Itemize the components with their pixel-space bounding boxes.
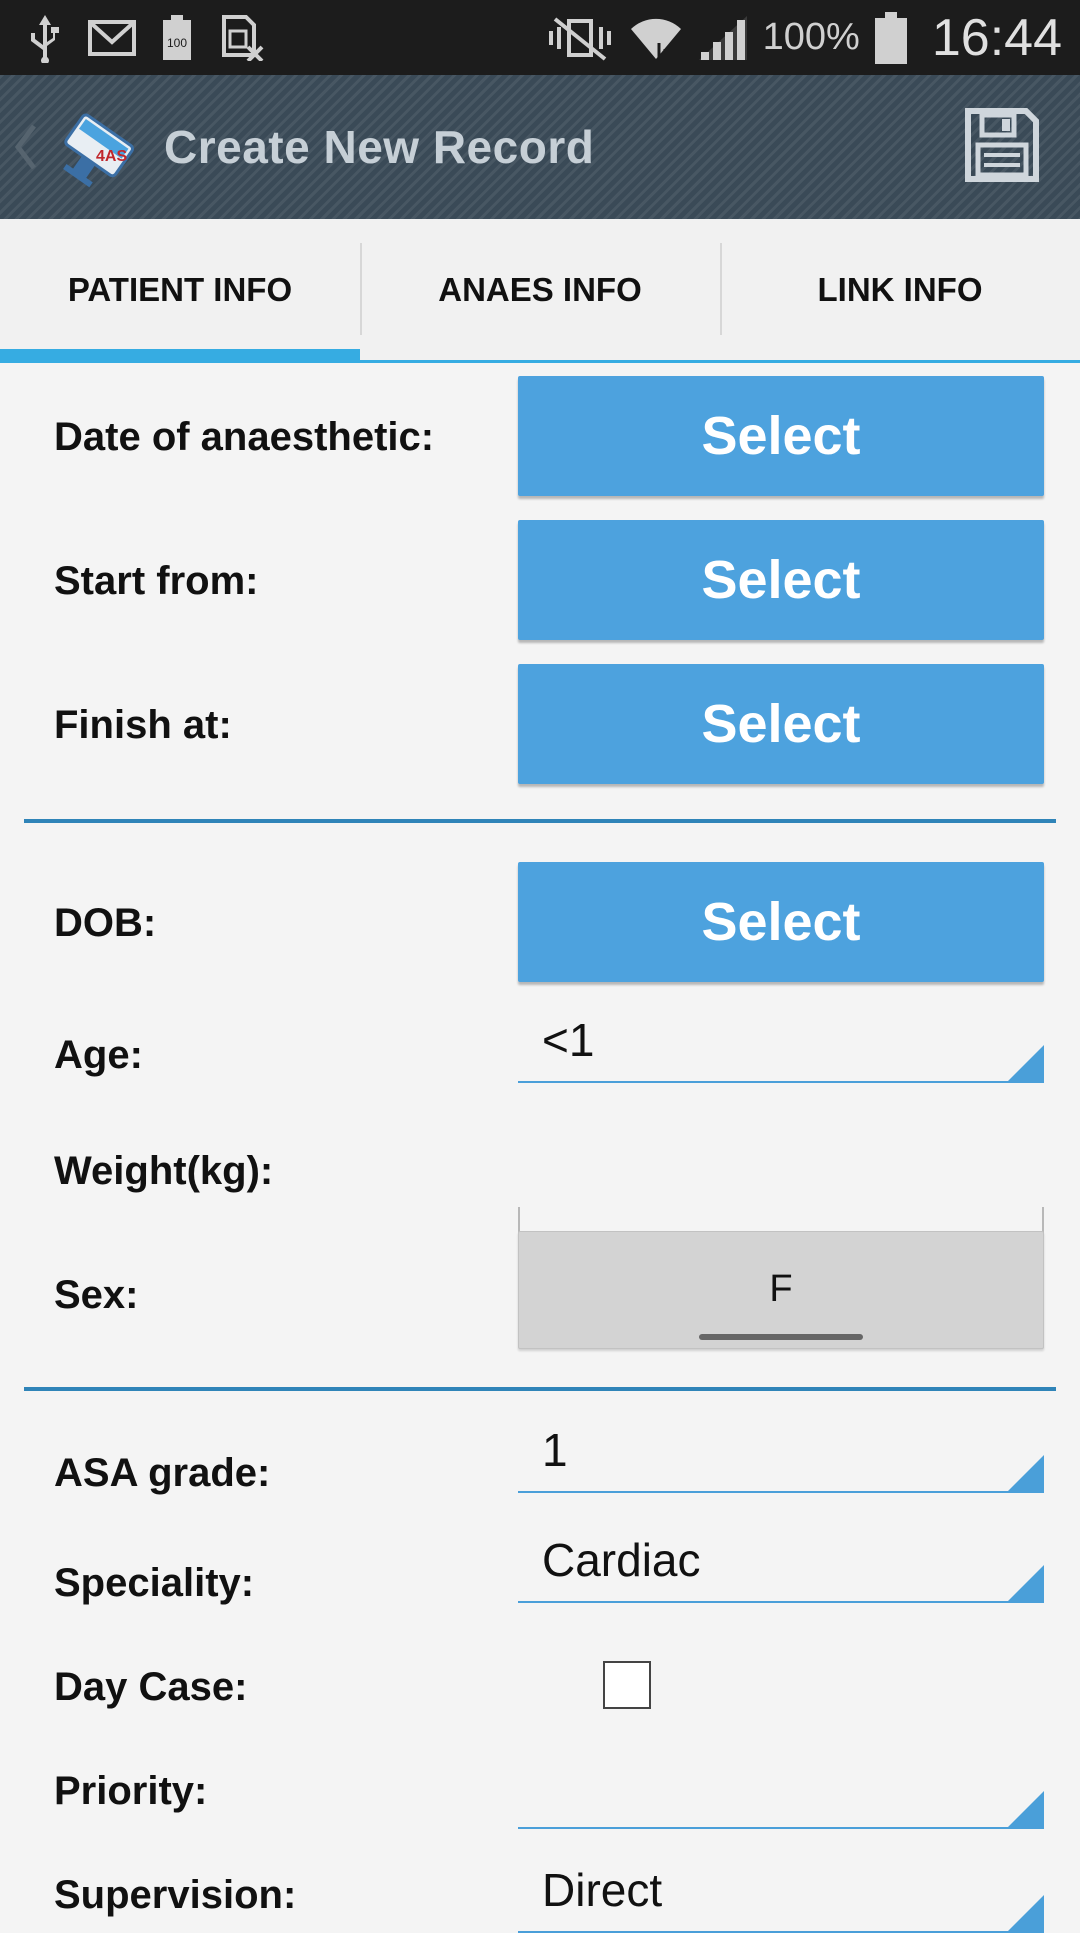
supervision-label: Supervision: [54,1873,297,1917]
day-case-checkbox[interactable] [603,1661,651,1709]
sex-value: F [769,1268,793,1310]
sex-toggle-button[interactable]: F [518,1231,1044,1349]
section-divider [24,1387,1056,1391]
battery-icon [874,11,908,64]
speciality-value: Cardiac [542,1534,701,1586]
signal-icon [697,14,749,62]
status-left: 100 [28,13,264,63]
asa-grade-label: ASA grade: [54,1451,271,1495]
date-of-anaesthetic-select-button[interactable]: Select [518,376,1044,496]
status-right: 100% 16:44 [545,8,1062,68]
day-case-label: Day Case: [54,1665,248,1709]
age-value: <1 [542,1014,595,1066]
spinner-corner-icon [1008,1045,1044,1081]
age-label: Age: [54,1033,143,1077]
page-title: Create New Record [164,121,595,173]
usb-icon [28,13,62,63]
sex-label: Sex: [54,1273,139,1317]
logo-text: 4AS [96,148,127,165]
tab-bar: PATIENT INFO ANAES INFO LINK INFO [0,219,1080,363]
tab-label: ANAES INFO [438,270,642,308]
save-icon[interactable] [964,107,1040,183]
gmail-icon [88,19,136,56]
tab-label: LINK INFO [817,270,983,308]
asa-grade-spinner[interactable]: 1 [518,1413,1044,1493]
spinner-corner-icon [1008,1791,1044,1827]
action-bar: 4AS Create New Record [0,75,1080,219]
back-chevron-icon[interactable] [12,117,42,177]
date-of-anaesthetic-label: Date of anaesthetic: [54,415,435,459]
start-from-select-button[interactable]: Select [518,520,1044,640]
spinner-corner-icon [1008,1455,1044,1491]
battery-100-icon: 100 [162,14,192,61]
dob-label: DOB: [54,901,157,945]
priority-spinner[interactable] [518,1749,1044,1829]
speciality-spinner[interactable]: Cardiac [518,1523,1044,1603]
weight-label: Weight(kg): [54,1149,274,1193]
age-spinner[interactable]: <1 [518,1003,1044,1083]
spinner-corner-icon [1008,1895,1044,1931]
spinner-corner-icon [1008,1565,1044,1601]
speciality-label: Speciality: [54,1561,255,1605]
toggle-indicator [699,1334,863,1340]
start-from-label: Start from: [54,559,259,603]
finish-at-label: Finish at: [54,703,232,747]
dob-select-button[interactable]: Select [518,862,1044,982]
vibrate-mute-icon [545,15,615,61]
supervision-value: Direct [542,1864,663,1916]
tab-label: PATIENT INFO [67,270,293,308]
finish-at-select-button[interactable]: Select [518,664,1044,784]
tab-link-info[interactable]: LINK INFO [720,219,1080,360]
asa-grade-value: 1 [542,1424,568,1476]
clock: 16:44 [931,8,1062,67]
supervision-spinner[interactable]: Direct [518,1853,1044,1933]
tab-patient-info[interactable]: PATIENT INFO [0,219,360,363]
app-logo-icon[interactable]: 4AS [50,99,146,195]
battery-percent: 100% [762,16,860,58]
tab-anaes-info[interactable]: ANAES INFO [360,219,720,360]
sim-blocked-icon [218,14,264,61]
section-divider [24,819,1056,823]
wifi-icon [629,13,683,63]
status-bar: 100 100% 16:44 [0,0,1080,75]
priority-label: Priority: [54,1769,208,1813]
svg-text:100: 100 [167,36,187,50]
